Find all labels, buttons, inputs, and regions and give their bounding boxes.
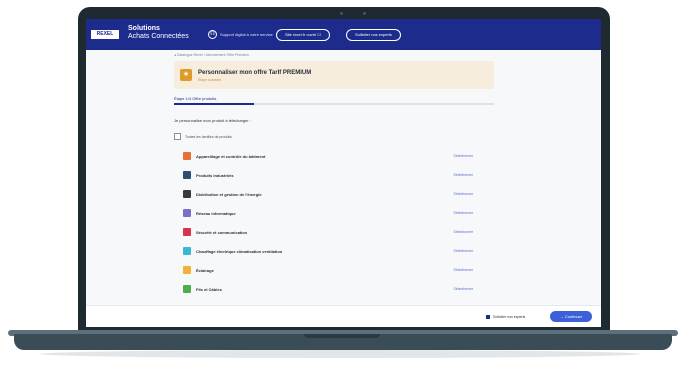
star-icon: ★ [180, 69, 192, 81]
select-category-link[interactable]: Sélectionner [454, 249, 473, 253]
app-header: REXEL Solutions Achats Connectées ☊ Supp… [86, 19, 601, 50]
category-icon [183, 152, 191, 160]
brand-logo[interactable]: REXEL [91, 30, 119, 39]
footer-help-label: Solliciter nos experts [493, 315, 526, 319]
select-category-link[interactable]: Sélectionner [454, 154, 473, 158]
headset-icon: ☊ [208, 30, 217, 39]
select-category-link[interactable]: Sélectionner [454, 173, 473, 177]
offer-card: ★ Personnaliser mon offre TarIf PREMIUM … [174, 61, 494, 89]
category-row[interactable]: Produits industriels Sélectionner [183, 169, 473, 181]
step-progress-fill [174, 103, 254, 105]
select-all-checkbox[interactable] [174, 133, 181, 140]
category-label: Distribution et gestion de l'énergie [196, 191, 262, 197]
category-icon [183, 285, 191, 293]
footer-bar: Solliciter nos experts → Continuer [86, 305, 601, 327]
intro-text: Je personnalise mon produit à télécharge… [174, 118, 251, 123]
help-experts-button[interactable]: Solliciter nos experts [346, 29, 401, 41]
category-icon [183, 190, 191, 198]
category-label: Éclairage [196, 267, 214, 273]
app-screen: REXEL Solutions Achats Connectées ☊ Supp… [86, 19, 601, 327]
category-icon [183, 266, 191, 274]
breadcrumb[interactable]: ◂ Catalogue Rexel › Abonnement Offre Pre… [174, 53, 249, 57]
category-label: Fils et Câbles [196, 286, 222, 292]
category-row[interactable]: Réseau informatique Sélectionner [183, 207, 473, 219]
step-progress [174, 103, 494, 105]
category-icon [183, 247, 191, 255]
category-row[interactable]: Chauffage électrique climatisation venti… [183, 245, 473, 257]
select-category-link[interactable]: Sélectionner [454, 268, 473, 272]
laptop-shadow [40, 350, 640, 358]
step-label: Étape 1/4 Offre produits [174, 96, 217, 101]
category-icon [183, 209, 191, 217]
footer-help-link[interactable]: Solliciter nos experts [486, 315, 525, 319]
select-category-link[interactable]: Sélectionner [454, 230, 473, 234]
select-all-row[interactable]: Toutes les familles de produits [174, 133, 232, 140]
support-agent[interactable]: ☊ Support digital à votre service [208, 30, 273, 39]
support-agent-label: Support digital à votre service [220, 32, 273, 37]
camera-icon [340, 12, 343, 15]
category-row[interactable]: Distribution et gestion de l'énergie Sél… [183, 188, 473, 200]
select-category-link[interactable]: Sélectionner [454, 192, 473, 196]
chat-icon [486, 315, 490, 319]
category-row[interactable]: Éclairage Sélectionner [183, 264, 473, 276]
laptop-notch [304, 334, 380, 338]
app-title: Solutions Achats Connectées [128, 25, 189, 41]
offer-subtitle: Étape suivante [198, 78, 222, 82]
category-row[interactable]: Fils et Câbles Sélectionner [183, 283, 473, 295]
continue-button[interactable]: → Continuer [550, 311, 592, 322]
category-label: Chauffage électrique climatisation venti… [196, 248, 283, 254]
category-row[interactable]: Appareillage et contrôle du bâtiment Sél… [183, 150, 473, 162]
category-label: Réseau informatique [196, 210, 236, 216]
select-category-link[interactable]: Sélectionner [454, 287, 473, 291]
app-title-line2: Achats Connectées [128, 33, 189, 40]
offer-title: Personnaliser mon offre TarIf PREMIUM [198, 70, 312, 76]
select-category-link[interactable]: Sélectionner [454, 211, 473, 215]
site-link-button[interactable]: Site rexel.fr ouvrir ☐ [276, 29, 331, 41]
category-label: Appareillage et contrôle du bâtiment [196, 153, 266, 159]
app-title-line1: Solutions [128, 25, 160, 32]
category-label: Produits industriels [196, 172, 234, 178]
sensor-icon [363, 12, 366, 15]
category-icon [183, 171, 191, 179]
select-all-label: Toutes les familles de produits [185, 134, 232, 139]
category-row[interactable]: Sécurité et communication Sélectionner [183, 226, 473, 238]
category-label: Sécurité et communication [196, 229, 248, 235]
category-icon [183, 228, 191, 236]
